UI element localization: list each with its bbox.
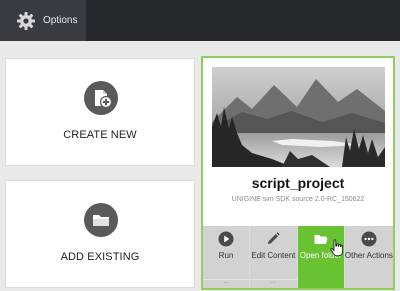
project-card[interactable]: script_project UNIGINE sim SDK source 2.… [201, 56, 395, 290]
edit-content-label: Edit Content [251, 251, 296, 260]
pencil-icon [268, 232, 281, 244]
run-sub: ... [203, 279, 250, 288]
gear-icon [17, 11, 35, 30]
edit-content-sub: ... [250, 279, 297, 288]
create-new-label: CREATE NEW [63, 129, 137, 141]
create-new-card[interactable]: CREATE NEW [5, 58, 195, 166]
other-actions-button[interactable]: Other Actions [344, 226, 394, 288]
options-label: Options [43, 15, 78, 26]
folder-icon [84, 203, 118, 237]
add-existing-card[interactable]: ADD EXISTING [5, 180, 195, 288]
play-icon [218, 231, 234, 247]
options-button[interactable]: Options [0, 0, 86, 41]
run-label: Run [218, 251, 234, 260]
open-folder-icon [314, 235, 328, 244]
more-dots-icon [361, 231, 377, 247]
hand-cursor-icon [330, 239, 343, 257]
project-subtitle: UNIGINE sim SDK source 2.0-RC_150622 [231, 196, 365, 203]
project-title: script_project [251, 175, 345, 191]
project-toolbar: Run ... Edit Content ... Open folder Oth… [203, 226, 394, 288]
top-bar: Options [0, 0, 400, 41]
add-existing-label: ADD EXISTING [60, 251, 140, 263]
other-actions-label: Other Actions [344, 251, 393, 260]
edit-content-button[interactable]: Edit Content ... [250, 226, 297, 288]
open-folder-button[interactable]: Open folder [297, 226, 344, 288]
new-document-plus-icon [84, 81, 118, 115]
project-thumbnail [212, 67, 385, 167]
run-button[interactable]: Run ... [203, 226, 250, 288]
